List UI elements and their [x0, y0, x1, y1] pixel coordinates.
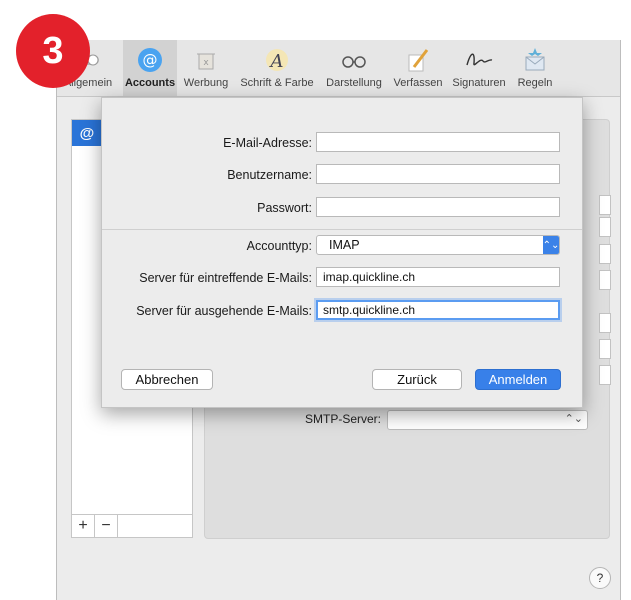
- email-label: E-Mail-Adresse:: [223, 136, 312, 150]
- rules-icon: [520, 45, 550, 75]
- detail-field[interactable]: [599, 339, 611, 359]
- toolbar-label: Regeln: [517, 77, 553, 89]
- toolbar-item-regeln[interactable]: Regeln: [510, 40, 560, 96]
- outgoing-server-field[interactable]: [316, 300, 560, 320]
- svg-text:x: x: [203, 58, 209, 68]
- smtp-server-label: SMTP-Server:: [305, 412, 382, 426]
- toolbar-item-werbung[interactable]: x Werbung: [179, 40, 233, 96]
- add-account-sheet: E-Mail-Adresse: Benutzername: Passwort: …: [101, 97, 583, 408]
- signature-icon: [464, 45, 494, 75]
- glasses-icon: [339, 45, 369, 75]
- toolbar-label: Signaturen: [452, 77, 506, 89]
- preferences-toolbar: Allgemein @ Accounts x Werbung A Schrift…: [57, 40, 620, 97]
- svg-text:A: A: [269, 51, 284, 72]
- toolbar-item-accounts[interactable]: @ Accounts: [123, 40, 177, 96]
- help-button[interactable]: ?: [589, 567, 611, 589]
- toolbar-item-schrift-farbe[interactable]: A Schrift & Farbe: [234, 40, 320, 96]
- cancel-button[interactable]: Abbrechen: [121, 369, 213, 390]
- password-label: Passwort:: [257, 201, 312, 215]
- account-type-select[interactable]: IMAP ⌃⌄: [316, 235, 560, 255]
- toolbar-item-verfassen[interactable]: Verfassen: [388, 40, 448, 96]
- svg-text:@: @: [143, 51, 158, 69]
- detail-field[interactable]: [599, 270, 611, 290]
- updown-arrows-icon: ⌃⌄: [543, 236, 559, 254]
- toolbar-item-signaturen[interactable]: Signaturen: [449, 40, 509, 96]
- account-list-buttons: + −: [71, 514, 193, 538]
- username-field[interactable]: [316, 164, 560, 184]
- toolbar-item-darstellung[interactable]: Darstellung: [321, 40, 387, 96]
- toolbar-label: Werbung: [183, 77, 229, 89]
- toolbar-label: Verfassen: [393, 77, 443, 89]
- detail-field[interactable]: [599, 195, 611, 215]
- sign-in-button[interactable]: Anmelden: [475, 369, 561, 390]
- account-type-label: Accounttyp:: [246, 239, 312, 253]
- trash-icon: x: [191, 45, 221, 75]
- incoming-server-field[interactable]: [316, 267, 560, 287]
- account-type-value: IMAP: [329, 238, 360, 252]
- sheet-divider: [102, 229, 582, 230]
- account-list-item[interactable]: @: [72, 120, 102, 146]
- toolbar-label: Schrift & Farbe: [240, 77, 314, 89]
- detail-field[interactable]: [599, 313, 611, 333]
- pencil-icon: [403, 45, 433, 75]
- at-sign-icon: @: [135, 45, 165, 75]
- incoming-server-label: Server für eintreffende E-Mails:: [139, 271, 312, 285]
- email-field[interactable]: [316, 132, 560, 152]
- detail-field[interactable]: [599, 244, 611, 264]
- smtp-server-select[interactable]: ⌃⌄: [387, 410, 588, 430]
- back-button[interactable]: Zurück: [372, 369, 462, 390]
- step-number-badge: 3: [16, 14, 90, 88]
- username-label: Benutzername:: [227, 168, 312, 182]
- toolbar-label: Darstellung: [326, 77, 382, 89]
- detail-field[interactable]: [599, 365, 611, 385]
- detail-field[interactable]: [599, 217, 611, 237]
- font-color-icon: A: [262, 45, 292, 75]
- toolbar-label: Accounts: [124, 77, 176, 89]
- password-field[interactable]: [316, 197, 560, 217]
- updown-arrows-icon: ⌃⌄: [564, 413, 583, 425]
- outgoing-server-label: Server für ausgehende E-Mails:: [136, 304, 312, 318]
- remove-account-button[interactable]: −: [95, 515, 118, 537]
- add-account-button[interactable]: +: [72, 515, 95, 537]
